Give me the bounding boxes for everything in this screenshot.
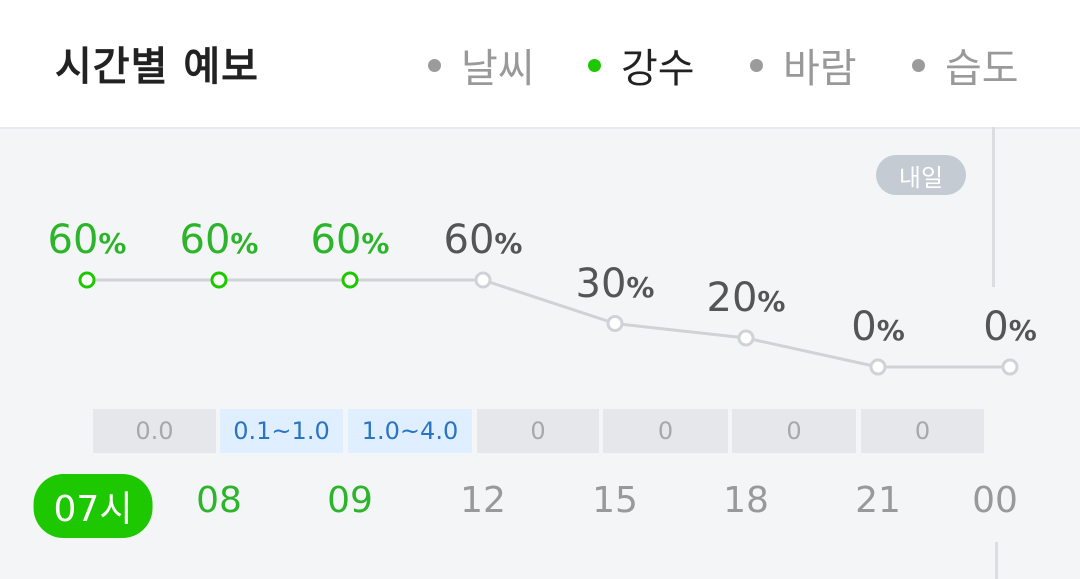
precip-amount-cell: 1.0~4.0	[348, 409, 472, 453]
chart-line-segment	[614, 322, 747, 340]
percent-label: 0%	[851, 304, 905, 350]
chart-point	[606, 315, 624, 332]
percent-label: 20%	[707, 275, 786, 321]
hour-label: 09	[327, 480, 373, 521]
hour-label: 21	[855, 480, 901, 521]
percent-label: 60%	[444, 217, 523, 263]
percent-value: 60	[443, 217, 495, 263]
chart-point	[474, 271, 492, 289]
percent-unit: %	[876, 314, 905, 347]
chart-point	[737, 329, 755, 347]
percent-value: 20	[706, 275, 758, 321]
percent-value: 60	[47, 217, 99, 263]
percent-label: 30%	[576, 261, 655, 307]
chart-point	[210, 271, 228, 289]
percent-unit: %	[98, 227, 127, 260]
percent-label: 60%	[48, 217, 127, 263]
hour-label: 08	[196, 480, 242, 521]
precipitation-chart	[78, 271, 1019, 376]
percent-label: 60%	[180, 217, 259, 263]
precip-amount-cell: 0	[477, 409, 599, 453]
chart-point	[1001, 358, 1019, 376]
hour-label: 00	[972, 480, 1018, 521]
current-hour-badge: 07시	[33, 474, 153, 538]
precip-amount-cell: 0.0	[93, 409, 216, 453]
chart-point	[78, 271, 96, 289]
precip-amount-cell: 0	[603, 409, 728, 453]
percent-unit: %	[626, 270, 655, 304]
hour-label: 18	[723, 480, 769, 521]
precip-amount-cell: 0	[732, 409, 856, 453]
percent-label: 0%	[983, 304, 1037, 350]
percent-unit: %	[757, 285, 786, 318]
percent-unit: %	[494, 227, 523, 260]
percent-value: 30	[575, 260, 627, 307]
percent-unit: %	[230, 227, 259, 260]
chart-point	[869, 358, 887, 376]
precip-amount-cell: 0	[861, 409, 984, 453]
percent-unit: %	[1008, 314, 1037, 347]
percent-value: 0	[851, 304, 877, 350]
chart-point	[341, 271, 359, 289]
precip-amount-cell: 0.1~1.0	[220, 409, 343, 453]
hour-label: 15	[592, 480, 638, 521]
percent-unit: %	[361, 227, 390, 260]
hour-label: 12	[460, 480, 506, 521]
percent-value: 60	[310, 217, 362, 263]
percent-value: 0	[983, 304, 1009, 350]
percent-value: 60	[179, 217, 231, 263]
percent-label: 60%	[311, 217, 390, 263]
